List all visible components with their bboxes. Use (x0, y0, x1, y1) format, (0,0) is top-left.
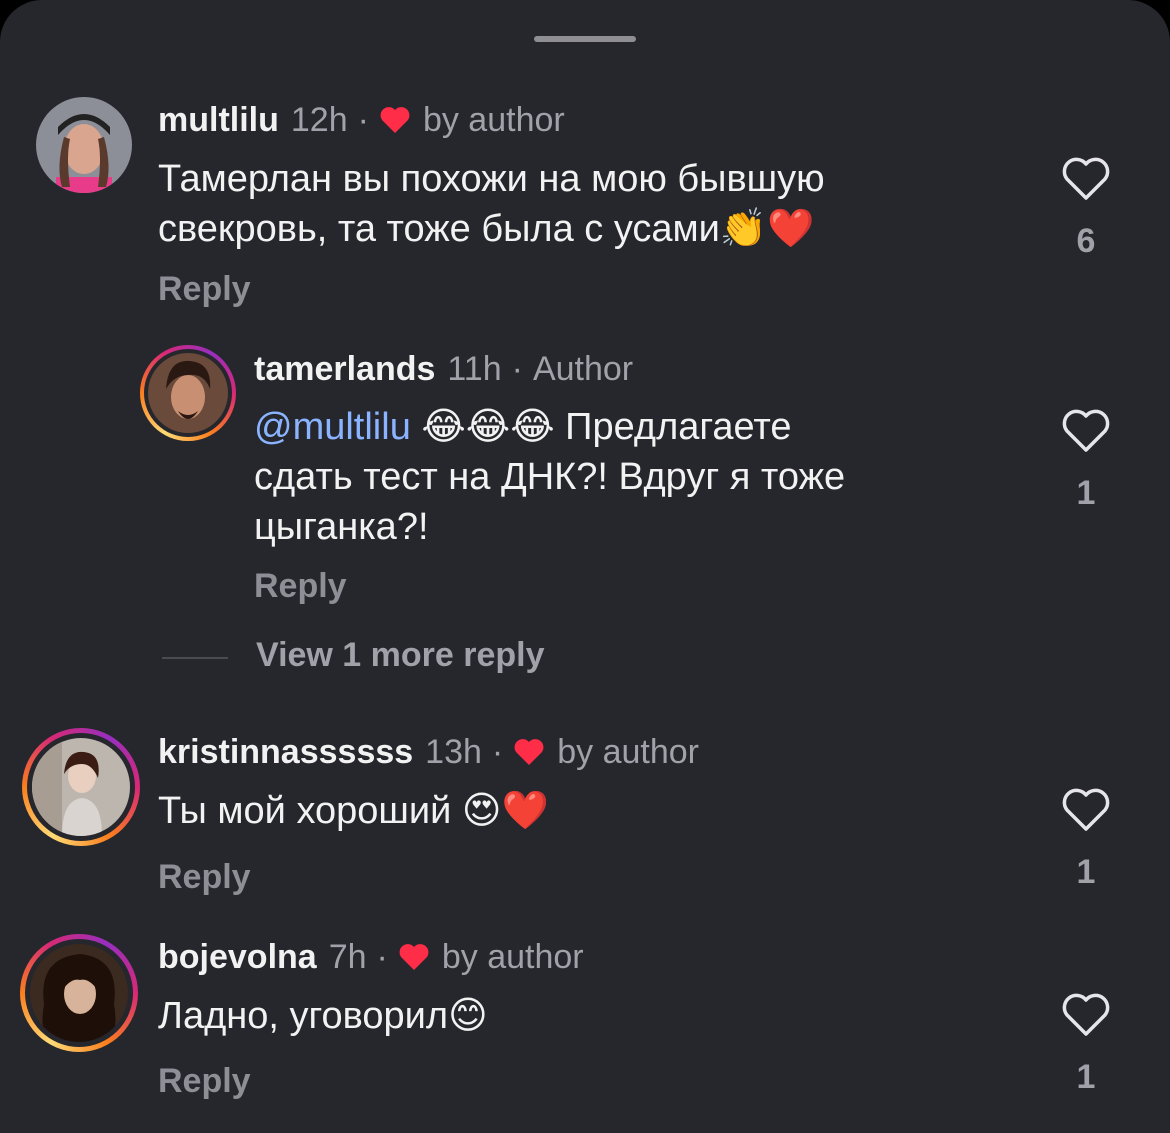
by-author-label: by author (557, 732, 699, 771)
heart-outline-icon (1062, 409, 1110, 452)
avatar[interactable] (20, 934, 138, 1052)
timestamp: 12h (290, 100, 348, 139)
timestamp: 11h (447, 349, 502, 388)
by-author-label: by author (441, 937, 584, 976)
heart-outline-icon (1062, 788, 1110, 831)
separator-dot: · (376, 937, 388, 976)
comment-text-line: Ты мой хороший 😍❤️ (158, 790, 549, 832)
comment-text: @multlilu 😂😂😂 Предлагаете сдать тест на … (254, 402, 845, 552)
avatar[interactable] (22, 728, 140, 846)
like-button[interactable]: 1 (1058, 787, 1114, 892)
like-button[interactable]: 1 (1058, 408, 1114, 513)
comment-text: Ты мой хороший 😍❤️ (158, 786, 549, 836)
heart-outline-icon (1062, 993, 1110, 1036)
comment-text-line: @multlilu 😂😂😂 Предлагаете (254, 402, 845, 452)
comment-meta: bojevolna 7h · by author (158, 935, 584, 979)
view-more-replies-button[interactable]: View 1 more reply (256, 636, 545, 675)
liked-by-author-heart-icon (399, 944, 429, 970)
mention-link[interactable]: @multlilu (254, 406, 411, 448)
like-button[interactable]: 1 (1058, 992, 1114, 1097)
separator-dot: · (491, 732, 504, 771)
comment-text-line: сдать тест на ДНК?! Вдруг я тоже (254, 456, 846, 498)
timestamp: 7h (328, 937, 367, 976)
liked-by-author-heart-icon (514, 739, 544, 765)
avatar[interactable] (36, 97, 132, 193)
sheet-drag-handle[interactable] (534, 36, 636, 42)
reply-button[interactable]: Reply (254, 567, 347, 606)
comments-sheet: multlilu 12h · by author Тамерлан вы пох… (0, 0, 1170, 1133)
username[interactable]: tamerlands (254, 350, 435, 389)
username[interactable]: multlilu (158, 101, 279, 140)
heart-outline-icon (1062, 157, 1110, 200)
comment-text-line: цыганка?! (254, 506, 429, 548)
by-author-label: by author (422, 100, 565, 139)
comment-text: Тамерлан вы похожи на мою бывшую свекров… (158, 154, 825, 254)
comment-meta: tamerlands 11h · Author (254, 347, 633, 391)
like-count: 1 (1076, 853, 1096, 891)
reply-button[interactable]: Reply (158, 858, 251, 897)
like-count: 1 (1076, 474, 1096, 512)
like-count: 1 (1076, 1058, 1096, 1096)
like-button[interactable]: 6 (1058, 156, 1114, 261)
comment-meta: kristinnassssss 13h · by author (158, 730, 699, 774)
comment-text-fragment: 😂😂😂 Предлагаете (410, 406, 792, 448)
separator-dot: · (511, 349, 523, 388)
username[interactable]: bojevolna (158, 938, 317, 977)
comment-text-line: Тамерлан вы похожи на мою бывшую (158, 158, 825, 200)
avatar[interactable] (140, 345, 236, 441)
comment-text-line: свекровь, та тоже была с усами👏❤️ (158, 208, 815, 250)
separator-dot: · (357, 100, 369, 139)
comment-text-line: Ладно, уговорил😊 (158, 995, 488, 1037)
reply-button[interactable]: Reply (158, 270, 251, 309)
like-count: 6 (1076, 222, 1096, 260)
comment-text: Ладно, уговорил😊 (158, 991, 488, 1041)
view-more-divider (162, 657, 228, 659)
timestamp: 13h (425, 732, 482, 771)
liked-by-author-heart-icon (380, 107, 410, 133)
author-label: Author (532, 349, 634, 388)
username[interactable]: kristinnassssss (158, 733, 413, 772)
reply-button[interactable]: Reply (158, 1062, 251, 1101)
comment-meta: multlilu 12h · by author (158, 98, 565, 142)
